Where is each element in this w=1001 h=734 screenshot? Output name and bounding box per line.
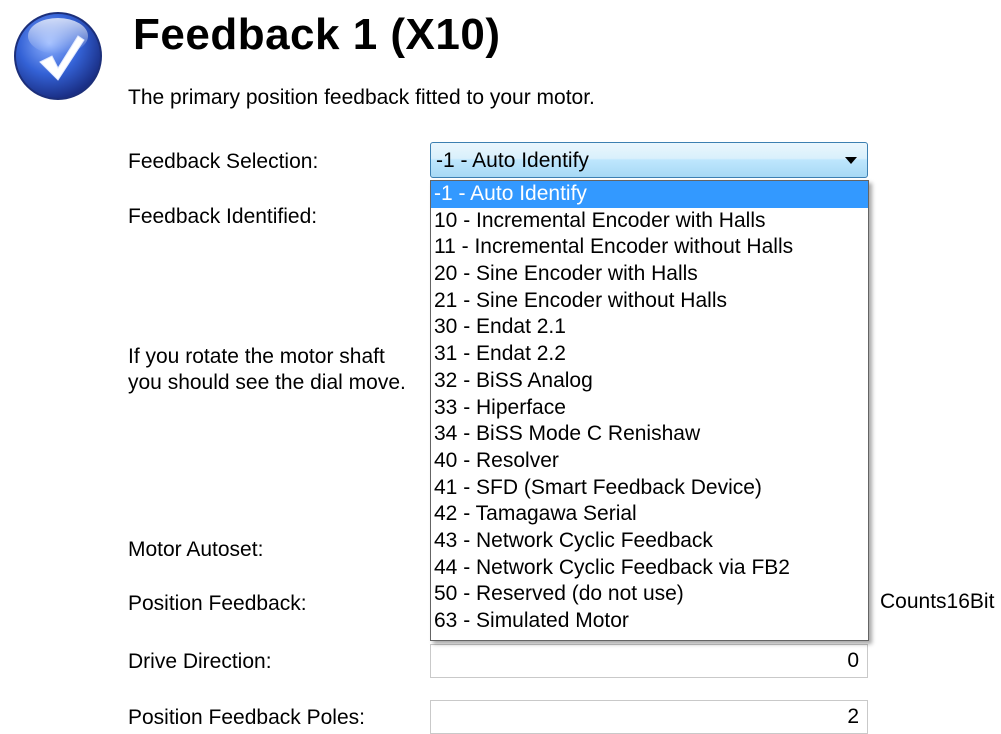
dropdown-option[interactable]: 44 - Network Cyclic Feedback via FB2 (431, 555, 868, 582)
page-subtitle: The primary position feedback fitted to … (128, 86, 595, 109)
dropdown-option[interactable]: 32 - BiSS Analog (431, 368, 868, 395)
chevron-down-icon[interactable] (845, 157, 857, 164)
dropdown-option[interactable]: 42 - Tamagawa Serial (431, 501, 868, 528)
feedback-selection-list[interactable]: -1 - Auto Identify 10 - Incremental Enco… (430, 180, 869, 641)
motor-autoset-label: Motor Autoset: (128, 538, 264, 561)
feedback-identified-label: Feedback Identified: (128, 205, 318, 228)
drive-direction-value: 0 (847, 649, 859, 672)
position-feedback-poles-value: 2 (847, 705, 859, 728)
dropdown-option[interactable]: 30 - Endat 2.1 (431, 314, 868, 341)
dropdown-option[interactable]: 63 - Simulated Motor (431, 608, 868, 635)
dropdown-option[interactable]: 11 - Incremental Encoder without Halls (431, 234, 868, 261)
dropdown-option[interactable]: 43 - Network Cyclic Feedback (431, 528, 868, 555)
dropdown-option[interactable]: 41 - SFD (Smart Feedback Device) (431, 475, 868, 502)
dropdown-option[interactable]: 34 - BiSS Mode C Renishaw (431, 421, 868, 448)
dropdown-option[interactable]: 10 - Incremental Encoder with Halls (431, 208, 868, 235)
position-feedback-poles-field[interactable]: 2 (430, 700, 868, 734)
dropdown-option[interactable]: 31 - Endat 2.2 (431, 341, 868, 368)
page-title: Feedback 1 (X10) (133, 10, 501, 59)
dropdown-option[interactable]: 21 - Sine Encoder without Halls (431, 288, 868, 315)
checkmark-globe-icon (14, 12, 102, 100)
dropdown-option[interactable]: 40 - Resolver (431, 448, 868, 475)
position-feedback-units: Counts16Bit (880, 590, 995, 613)
dropdown-option[interactable]: 20 - Sine Encoder with Halls (431, 261, 868, 288)
feedback-selection-label: Feedback Selection: (128, 150, 319, 173)
feedback-selection-value: -1 - Auto Identify (436, 149, 589, 172)
drive-direction-label: Drive Direction: (128, 650, 272, 673)
drive-direction-field[interactable]: 0 (430, 644, 868, 678)
dropdown-option[interactable]: 33 - Hiperface (431, 395, 868, 422)
position-feedback-poles-label: Position Feedback Poles: (128, 706, 365, 729)
position-feedback-label: Position Feedback: (128, 592, 307, 615)
dropdown-option[interactable]: 50 - Reserved (do not use) (431, 581, 868, 608)
dropdown-option[interactable]: -1 - Auto Identify (431, 181, 868, 208)
feedback-selection-dropdown[interactable]: -1 - Auto Identify (430, 142, 868, 178)
rotate-hint-text: If you rotate the motor shaft you should… (128, 345, 406, 394)
